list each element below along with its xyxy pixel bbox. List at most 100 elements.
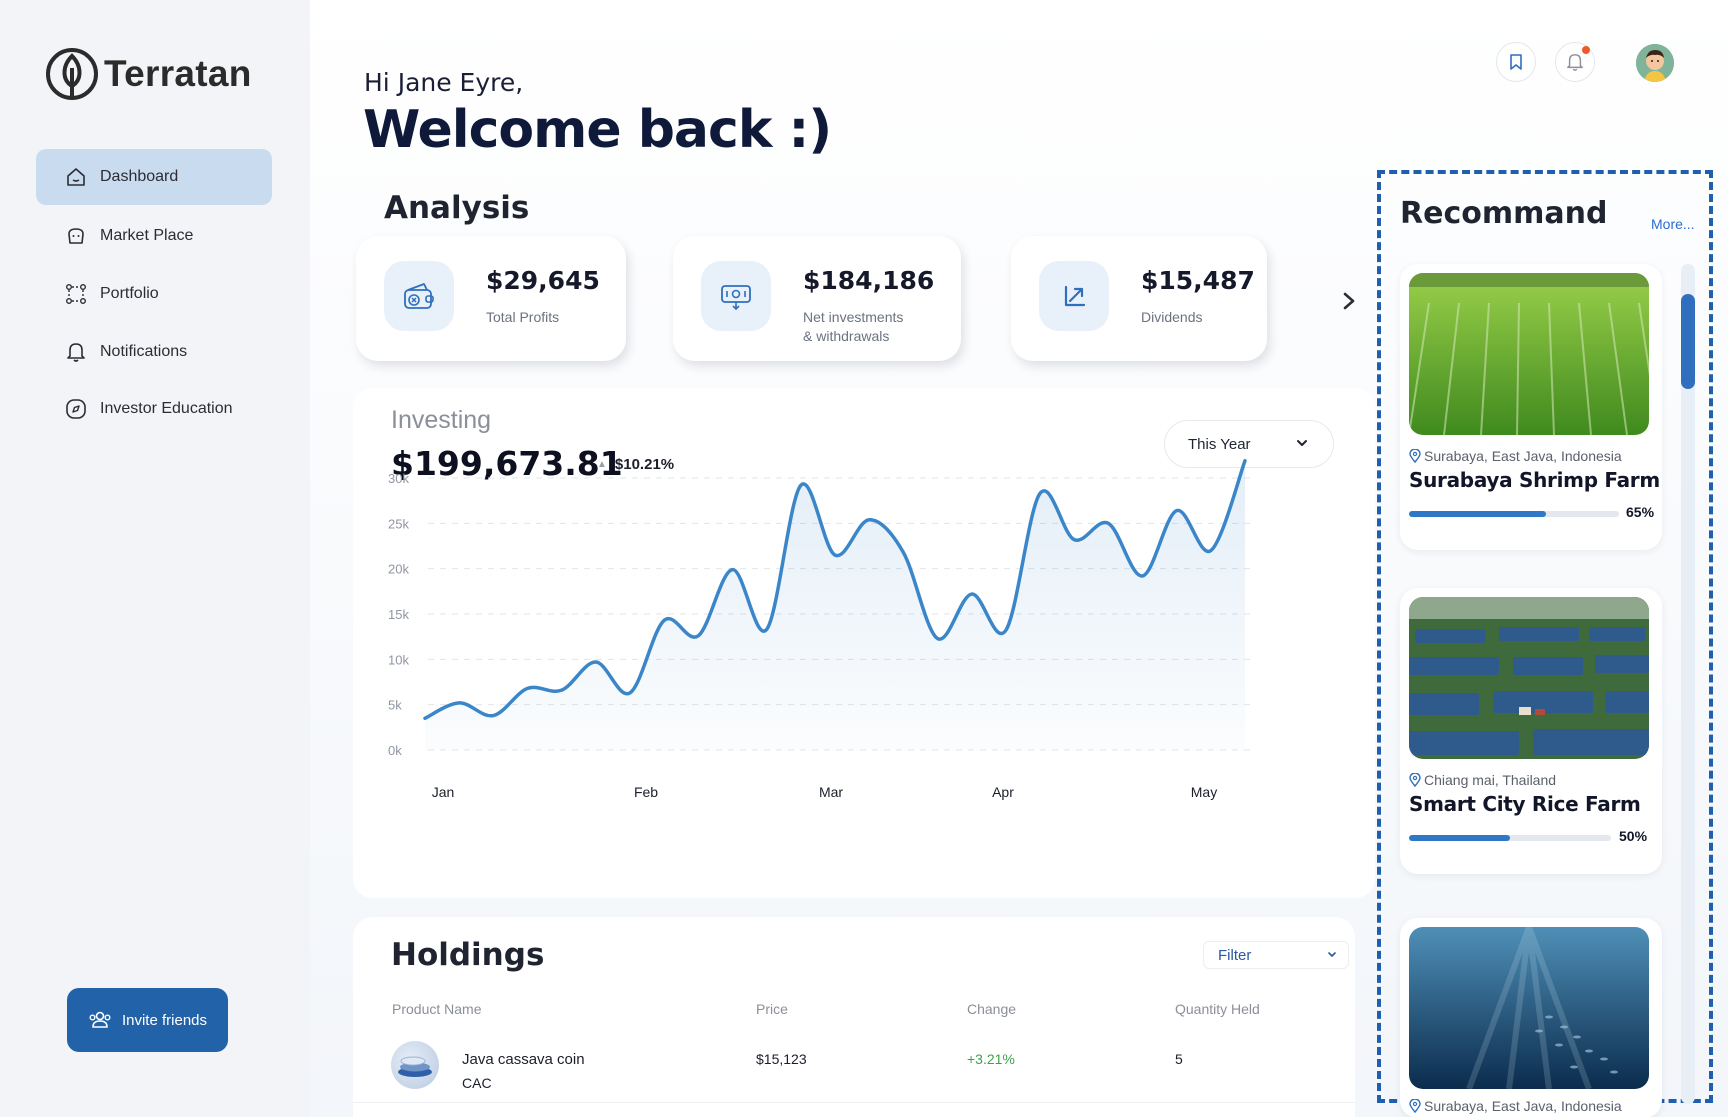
stat-label: Dividends (1141, 309, 1203, 325)
sidebar-item-investor-education[interactable]: Investor Education (36, 381, 272, 437)
series-area (425, 460, 1245, 750)
y-tick-label: 30k (388, 471, 409, 486)
sidebar-item-label: Portfolio (100, 285, 159, 302)
user-avatar[interactable] (1636, 44, 1674, 82)
wallet-icon (384, 261, 454, 331)
funding-progress-label: 65% (1626, 504, 1655, 520)
recommend-location-text: Surabaya, East Java, Indonesia (1424, 1098, 1622, 1114)
aquaculture-field-image (1409, 597, 1649, 759)
holding-ticker: CAC (462, 1075, 492, 1091)
y-tick-label: 20k (388, 562, 409, 577)
app-name: Terratan (104, 53, 252, 94)
home-icon (64, 165, 88, 189)
stat-card-dividends[interactable]: $15,487 Dividends (1011, 236, 1267, 361)
location-pin-icon (1409, 1099, 1421, 1113)
column-header-product-name[interactable]: Product Name (392, 1001, 481, 1017)
sidebar-item-market-place[interactable]: Market Place (36, 208, 272, 264)
holding-price: $15,123 (756, 1051, 807, 1067)
invite-friends-label: Invite friends (121, 1011, 208, 1029)
recommend-location-text: Surabaya, East Java, Indonesia (1424, 448, 1622, 464)
more-link[interactable]: More... (1651, 216, 1695, 232)
x-tick-label: Jan (432, 784, 455, 800)
x-tick-label: May (1191, 784, 1217, 800)
y-tick-label: 10k (388, 652, 409, 667)
recommend-location: Surabaya, East Java, Indonesia (1409, 1098, 1622, 1114)
recommend-card[interactable]: Surabaya, East Java, Indonesia Surabaya … (1400, 264, 1662, 550)
column-header-price[interactable]: Price (756, 1001, 788, 1017)
cash-icon (701, 261, 771, 331)
stat-value: $184,186 (803, 266, 935, 295)
notifications-button[interactable] (1555, 42, 1595, 82)
underwater-fish-image (1409, 927, 1649, 1089)
location-pin-icon (1409, 449, 1421, 463)
app-logo[interactable]: Terratan (44, 46, 252, 102)
column-header-quantity-held[interactable]: Quantity Held (1175, 1001, 1260, 1017)
bell-icon (64, 340, 88, 364)
recommand-scrollbar[interactable] (1681, 264, 1695, 1104)
chevron-right-icon (1343, 292, 1355, 310)
filter-label: Filter (1218, 946, 1252, 964)
column-header-change[interactable]: Change (967, 1001, 1016, 1017)
x-tick-label: Feb (634, 784, 658, 800)
coin-image (391, 1041, 439, 1089)
holding-change: +3.21% (967, 1051, 1015, 1067)
sidebar-item-label: Notifications (100, 343, 188, 360)
greeting-text: Hi Jane Eyre, (364, 68, 524, 97)
stat-card-net-investments[interactable]: $184,186 Net investments & withdrawals (673, 236, 961, 361)
sidebar-item-label: Investor Education (100, 400, 233, 417)
rice-field-image (1409, 273, 1649, 435)
funding-progress-bar (1409, 511, 1619, 517)
recommand-title: Recommand (1400, 196, 1608, 231)
notification-dot (1582, 46, 1590, 54)
holdings-card: Holdings Filter Product Name Price Chang… (353, 917, 1355, 1117)
stat-label: Net investments & withdrawals (803, 308, 903, 346)
stat-value: $15,487 (1141, 266, 1255, 295)
recommend-location: Chiang mai, Thailand (1409, 772, 1556, 788)
recommend-location: Surabaya, East Java, Indonesia (1409, 448, 1622, 464)
recommand-panel: Recommand More... Surabaya, East Java, I… (1377, 170, 1713, 1117)
recommend-name: Smart City Rice Farm (1409, 792, 1641, 816)
sidebar-item-notifications[interactable]: Notifications (36, 324, 272, 380)
bell-icon (1567, 54, 1583, 71)
stat-label: Total Profits (486, 309, 560, 325)
stat-label-line: & withdrawals (803, 328, 890, 344)
filter-select[interactable]: Filter (1203, 941, 1349, 969)
users-icon (88, 1010, 112, 1030)
x-tick-label: Apr (992, 784, 1014, 800)
holding-name: Java cassava coin (462, 1051, 585, 1068)
y-tick-label: 25k (388, 516, 409, 531)
chevron-down-icon (1328, 952, 1336, 957)
stat-value: $29,645 (486, 266, 600, 295)
stat-card-total-profits[interactable]: $29,645 Total Profits (356, 236, 626, 361)
page-title: Welcome back :) (363, 100, 832, 160)
y-tick-label: 15k (388, 607, 409, 622)
location-pin-icon (1409, 773, 1421, 787)
stats-next-button[interactable] (1334, 286, 1364, 316)
recommend-card[interactable]: Surabaya, East Java, Indonesia (1400, 918, 1662, 1117)
y-tick-label: 5k (388, 698, 402, 713)
funding-progress-fill (1409, 511, 1546, 517)
y-tick-label: 0k (388, 743, 402, 758)
analysis-title: Analysis (384, 190, 530, 226)
x-tick-label: Mar (819, 784, 843, 800)
funding-progress-label: 50% (1619, 828, 1648, 844)
funding-progress-bar (1409, 835, 1611, 841)
sidebar: Terratan Dashboard Market Place Portfoli… (0, 0, 310, 1117)
sidebar-item-label: Market Place (100, 227, 194, 244)
recommend-name: Surabaya Shrimp Farm (1409, 468, 1660, 492)
recommend-location-text: Chiang mai, Thailand (1424, 772, 1557, 788)
basket-icon (64, 224, 88, 248)
avatar-icon (1636, 44, 1674, 82)
sidebar-item-dashboard[interactable]: Dashboard (36, 149, 272, 205)
invite-friends-button[interactable]: Invite friends (67, 988, 228, 1052)
sidebar-item-portfolio[interactable]: Portfolio (36, 266, 272, 322)
bookmark-icon (1510, 54, 1522, 70)
bookmark-button[interactable] (1496, 42, 1536, 82)
investing-chart: 30k 25k 20k 15k 10k 5k 0k Jan Feb Mar Apr May (388, 459, 1253, 800)
scrollbar-thumb[interactable] (1681, 294, 1695, 389)
holding-quantity: 5 (1175, 1051, 1183, 1067)
compass-icon (64, 397, 88, 421)
stat-label-line: Net investments (803, 309, 904, 325)
recommend-card[interactable]: Chiang mai, Thailand Smart City Rice Far… (1400, 588, 1662, 874)
table-row[interactable]: Java cassava coin CAC $15,123 +3.21% 5 (353, 1037, 1355, 1103)
